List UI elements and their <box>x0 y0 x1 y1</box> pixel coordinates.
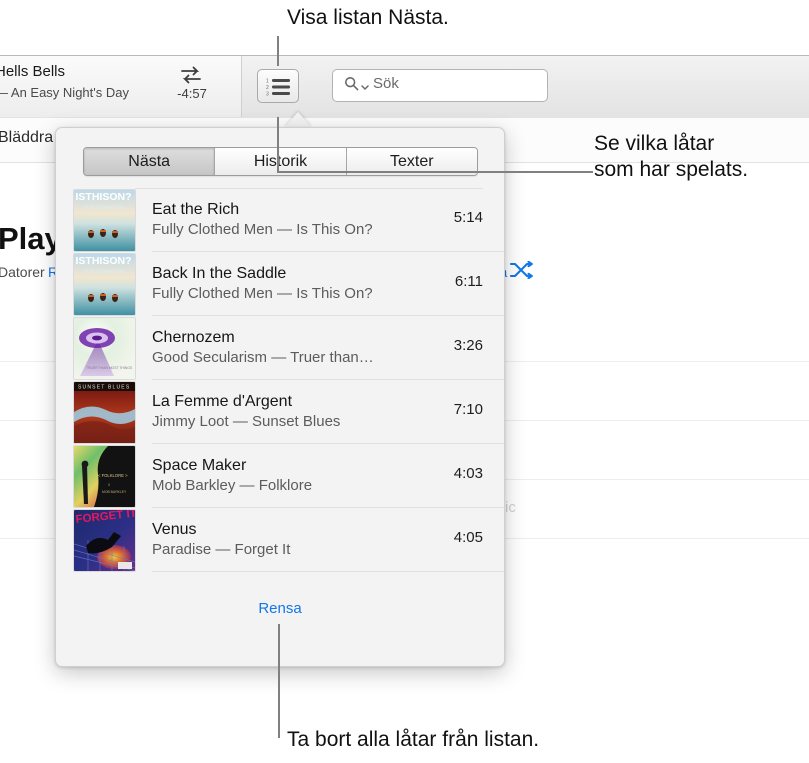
svg-text:TRUER THAN MOST THINGS: TRUER THAN MOST THINGS <box>86 366 133 370</box>
track-subtitle: Mob Barkley — Folklore <box>152 477 313 494</box>
up-next-track-list: ISTHISON? Fully Clothed Men Eat the Rich… <box>56 188 504 572</box>
list-item[interactable]: < FOLKLORE > X MOB BARKLEY Space Maker M… <box>56 444 504 508</box>
svg-text:Fully Clothed Men: Fully Clothed Men <box>84 269 125 275</box>
svg-text:3: 3 <box>266 91 269 96</box>
clear-up-next-link[interactable]: Rensa <box>56 600 504 617</box>
svg-text:1: 1 <box>266 79 269 85</box>
album-artwork: ISTHISON? Fully Clothed Men <box>74 189 135 251</box>
tab-up-next[interactable]: Nästa <box>84 148 216 175</box>
playlist-meta: Datorer <box>0 264 45 280</box>
track-duration: 5:14 <box>453 209 483 226</box>
svg-text:ISTHISON?: ISTHISON? <box>76 191 132 203</box>
svg-text:2: 2 <box>266 85 269 91</box>
album-artwork: SUNSET BLUES <box>74 381 135 443</box>
track-title: Back In the Saddle <box>152 265 287 282</box>
track-title: Eat the Rich <box>152 201 240 218</box>
callout-remove-all-songs: Ta bort alla låtar från listan. <box>287 728 540 751</box>
track-duration: 4:03 <box>453 465 483 482</box>
up-next-button[interactable]: 1 2 3 <box>257 69 299 103</box>
callout-leader-line <box>278 624 280 738</box>
up-next-popover: Nästa Historik Texter ISTHISON? Fully Cl… <box>55 127 505 667</box>
repeat-icon[interactable] <box>178 64 204 86</box>
chevron-down-icon[interactable] <box>360 79 370 90</box>
search-icon <box>344 76 359 91</box>
nav-item-browse[interactable]: Bläddra <box>0 129 53 147</box>
album-artwork: TRUER THAN MOST THINGS <box>74 317 135 379</box>
callout-leader-line <box>277 171 593 173</box>
now-playing-subtitle: — An Easy Night's Day <box>0 85 129 100</box>
svg-text:ISTHISON?: ISTHISON? <box>76 255 132 267</box>
list-item[interactable]: FORGET IT Venus Paradise — Forget It 4:0… <box>56 508 504 572</box>
album-artwork: < FOLKLORE > X MOB BARKLEY <box>74 445 135 507</box>
track-subtitle: Fully Clothed Men — Is This On? <box>152 221 373 238</box>
popover-arrow <box>284 112 312 128</box>
callout-show-up-next: Visa listan Nästa. <box>287 6 449 29</box>
svg-text:MOB BARKLEY: MOB BARKLEY <box>102 490 127 494</box>
track-duration: 4:05 <box>453 529 483 546</box>
search-placeholder-text: Sök <box>373 75 399 92</box>
track-subtitle: Paradise — Forget It <box>152 541 291 558</box>
album-artwork: ISTHISON? Fully Clothed Men <box>74 253 135 315</box>
now-playing-title: Hells Bells <box>0 63 66 80</box>
list-item[interactable]: ISTHISON? Fully Clothed Men Eat the Rich… <box>56 188 504 252</box>
callout-see-played-songs: Se vilka låtar som har spelats. <box>594 132 749 181</box>
track-duration: 6:11 <box>454 273 483 290</box>
list-item[interactable]: ISTHISON? Fully Clothed Men Back In the … <box>56 252 504 316</box>
track-title: Chernozem <box>152 329 235 346</box>
track-duration: 7:10 <box>453 401 483 418</box>
numbered-list-icon: 1 2 3 <box>266 78 292 97</box>
shuffle-icon[interactable] <box>509 260 534 280</box>
svg-text:Fully Clothed Men: Fully Clothed Men <box>84 205 125 211</box>
remaining-time: -4:57 <box>177 86 207 101</box>
track-title: La Femme d'Argent <box>152 393 293 410</box>
now-playing-panel[interactable]: Hells Bells — An Easy Night's Day -4:57 <box>0 56 242 117</box>
track-title: Space Maker <box>152 457 247 474</box>
app-toolbar: Hells Bells — An Easy Night's Day -4:57 … <box>0 56 809 119</box>
search-input[interactable]: Sök <box>332 69 548 102</box>
track-duration: 3:26 <box>453 337 483 354</box>
album-artwork: FORGET IT <box>74 509 135 571</box>
callout-leader-line <box>277 36 279 66</box>
list-item[interactable]: SUNSET BLUES La Femme d'Argent Jimmy Loo… <box>56 380 504 444</box>
track-subtitle: Good Secularism — Truer than… <box>152 349 374 366</box>
track-subtitle: Fully Clothed Men — Is This On? <box>152 285 373 302</box>
track-subtitle: Jimmy Loot — Sunset Blues <box>152 413 341 430</box>
track-title: Venus <box>152 521 197 538</box>
svg-text:< FOLKLORE >: < FOLKLORE > <box>98 473 128 478</box>
list-item[interactable]: TRUER THAN MOST THINGS Chernozem Good Se… <box>56 316 504 380</box>
svg-text:SUNSET BLUES: SUNSET BLUES <box>78 384 130 390</box>
callout-leader-line <box>277 117 279 172</box>
